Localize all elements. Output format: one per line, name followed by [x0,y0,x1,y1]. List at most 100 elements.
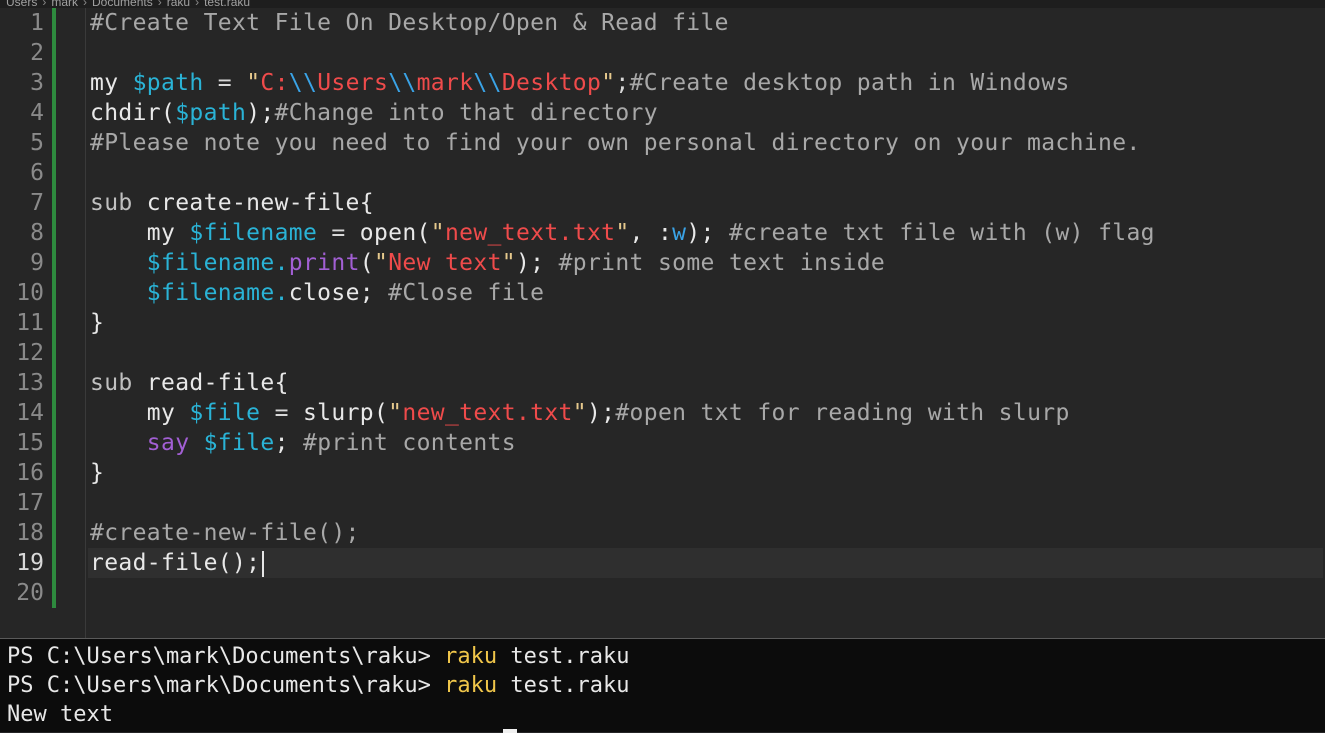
line-number: 11 [16,310,44,336]
code-line[interactable]: $filename.print("New text"); #print some… [90,248,1325,278]
code-token-comment: #Create desktop path in Windows [629,70,1070,96]
line-number: 8 [30,220,44,246]
code-token-comment: #Close file [373,280,545,306]
line-number: 17 [16,490,44,516]
terminal-line: PS C:\Users\mark\Documents\raku> raku te… [7,642,630,671]
code-token-var: $file [189,400,261,426]
code-token-kw: my [146,220,190,246]
code-token-strc: C: [260,70,289,96]
line-number: 18 [16,520,44,546]
code-line-current[interactable]: read-file(); [88,548,1323,578]
modified-lines-indicator [52,8,56,608]
code-token-str: " [246,70,261,96]
code-line[interactable] [90,158,1325,188]
code-token-str: " [615,220,630,246]
code-token-plain: create-new-file{ [146,190,374,216]
terminal-command: raku [444,644,498,669]
code-token-comment: #print contents [288,430,516,456]
code-line[interactable]: #create-new-file(); [90,518,1325,548]
line-number: 13 [16,370,44,396]
code-line[interactable]: my $filename = open("new_text.txt", :w);… [90,218,1325,248]
breadcrumb-item[interactable]: Users [6,0,37,8]
code-token-plain: } [90,310,105,336]
code-line[interactable] [90,38,1325,68]
code-token-plain: ( [359,250,374,276]
code-token-strc: New text [388,250,502,276]
code-token-op: = [317,220,360,246]
code-token-plain: close; [288,280,374,306]
code-line[interactable] [90,578,1325,608]
code-token-plain: } [90,460,105,486]
breadcrumb-item[interactable]: raku [167,0,190,8]
code-line[interactable]: my $file = slurp("new_text.txt");#open t… [90,398,1325,428]
terminal-cursor [503,729,517,733]
code-token-var: $path [175,100,247,126]
code-token-op: ; [615,70,630,96]
code-line[interactable]: sub create-new-file{ [90,188,1325,218]
code-line[interactable] [90,338,1325,368]
code-token-flag: w [672,220,687,246]
terminal-prompt: PS C:\Users\mark\Documents\raku> [7,644,445,669]
terminal-args: test.raku [497,644,630,669]
code-line[interactable]: my $path = "C:\\Users\\mark\\Desktop";#C… [90,68,1325,98]
line-number: 14 [16,400,44,426]
code-editor[interactable]: 1 2 3 4 5 6 7 8 9 10 11 12 13 14 15 16 17 18 19 20 #Create … [0,8,1325,638]
code-line[interactable] [90,488,1325,518]
code-token-comment: #print some text inside [544,250,886,276]
code-line[interactable]: $filename.close; #Close file [90,278,1325,308]
code-token-plain: read-file(); [90,550,261,576]
code-token-var: $filename. [146,280,289,306]
line-number-gutter: 1 2 3 4 5 6 7 8 9 10 11 12 13 14 15 16 17 18 19 20 [0,8,86,638]
breadcrumb-separator-icon: › [42,0,47,8]
breadcrumb-item[interactable]: test.raku [204,0,250,8]
code-token-comment: #Create Text File On Desktop/Open & Read… [90,10,729,36]
code-line[interactable]: #Create Text File On Desktop/Open & Read… [90,8,1325,38]
line-number: 5 [30,130,44,156]
code-token-method: say [146,430,204,456]
code-token-kw: my [146,400,190,426]
line-number: 12 [16,340,44,366]
code-token-comment: #create-new-file(); [90,520,360,546]
line-number: 4 [30,100,44,126]
breadcrumb-item[interactable]: mark [51,0,78,8]
code-token-esc: \\ [388,70,417,96]
line-number: 20 [16,580,44,606]
code-token-var: $filename [189,220,318,246]
breadcrumb-separator-icon: › [195,0,200,8]
code-token-plain: read-file{ [146,370,289,396]
code-token-strc: new_text.txt [444,220,616,246]
text-cursor [262,550,265,577]
code-line[interactable]: chdir($path);#Change into that directory [90,98,1325,128]
code-line[interactable]: #Please note you need to find your own p… [90,128,1325,158]
code-token-plain: ; [274,430,289,456]
code-token-plain: ); [246,100,275,126]
code-line[interactable]: say $file; #print contents [90,428,1325,458]
terminal-args: test.raku [497,673,630,698]
breadcrumb-separator-icon: › [83,0,88,8]
line-number: 15 [16,430,44,456]
breadcrumb-item[interactable]: Documents [92,0,153,8]
code-token-str: " [572,400,587,426]
code-token-kw: my [90,70,133,96]
code-line[interactable]: sub read-file{ [90,368,1325,398]
code-area[interactable]: #Create Text File On Desktop/Open & Read… [88,8,1325,638]
code-line[interactable]: } [90,458,1325,488]
code-token-strc: new_text.txt [402,400,573,426]
code-line[interactable]: } [90,308,1325,338]
code-token-sub: sub [90,370,147,396]
code-token-op: = [260,400,303,426]
code-token-comment: #open txt for reading with slurp [615,400,1070,426]
terminal-prompt: PS C:\Users\mark\Documents\raku> [7,673,445,698]
line-number: 16 [16,460,44,486]
code-token-plain: ); [686,220,715,246]
terminal-panel[interactable]: PS C:\Users\mark\Documents\raku> raku te… [0,638,1325,733]
line-number: 6 [30,160,44,186]
code-token-var: $path [132,70,204,96]
line-number: 3 [30,70,44,96]
line-number: 2 [30,40,44,66]
code-token-plain: chdir( [90,100,176,126]
